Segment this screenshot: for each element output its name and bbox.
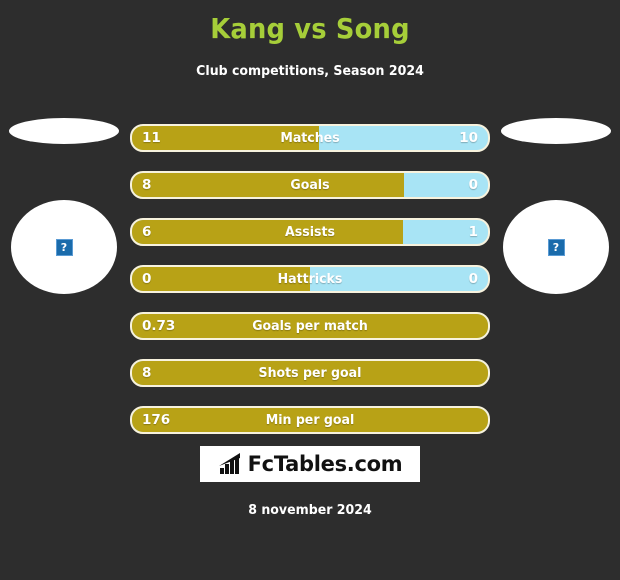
home-player-photo: ? xyxy=(11,200,117,294)
broken-image-icon: ? xyxy=(55,238,73,256)
stat-label: Matches xyxy=(280,130,340,146)
page-title: Kang vs Song xyxy=(210,12,410,45)
away-player-top-ellipse xyxy=(501,118,611,144)
bar-chart-icon xyxy=(218,453,240,474)
stat-row-min-per-goal: 176 Min per goal xyxy=(130,406,490,434)
broken-image-icon: ? xyxy=(547,238,565,256)
stat-label: Goals per match xyxy=(252,318,368,334)
away-value: 1 xyxy=(468,224,478,240)
away-player-photo-slot: ? xyxy=(496,118,616,294)
stat-label: Shots per goal xyxy=(258,365,362,381)
stat-row-matches: 11 Matches 10 xyxy=(130,124,490,152)
stat-row-assists: 6 Assists 1 xyxy=(130,218,490,246)
footer-date: 8 november 2024 xyxy=(248,502,372,518)
stats-bar-list: 11 Matches 10 8 Goals 0 6 Assists 1 0 Ha… xyxy=(130,124,490,453)
home-player-top-ellipse xyxy=(9,118,119,144)
comparison-infographic: Kang vs Song Club competitions, Season 2… xyxy=(0,0,620,580)
stat-row-goals: 8 Goals 0 xyxy=(130,171,490,199)
home-player-photo-slot: ? xyxy=(4,118,124,294)
stat-label: Assists xyxy=(285,224,335,240)
stat-label: Hattricks xyxy=(277,271,343,287)
away-value: 0 xyxy=(468,271,478,287)
stat-label: Min per goal xyxy=(265,412,355,428)
stat-row-goals-per-match: 0.73 Goals per match xyxy=(130,312,490,340)
stat-row-shots-per-goal: 8 Shots per goal xyxy=(130,359,490,387)
away-value: 10 xyxy=(459,130,478,146)
logo-text: FcTables.com xyxy=(247,452,403,476)
fctables-logo[interactable]: FcTables.com xyxy=(200,446,420,482)
stat-row-hattricks: 0 Hattricks 0 xyxy=(130,265,490,293)
away-player-photo: ? xyxy=(503,200,609,294)
away-value: 0 xyxy=(468,177,478,193)
stat-label: Goals xyxy=(290,177,330,193)
page-subtitle: Club competitions, Season 2024 xyxy=(196,63,424,79)
